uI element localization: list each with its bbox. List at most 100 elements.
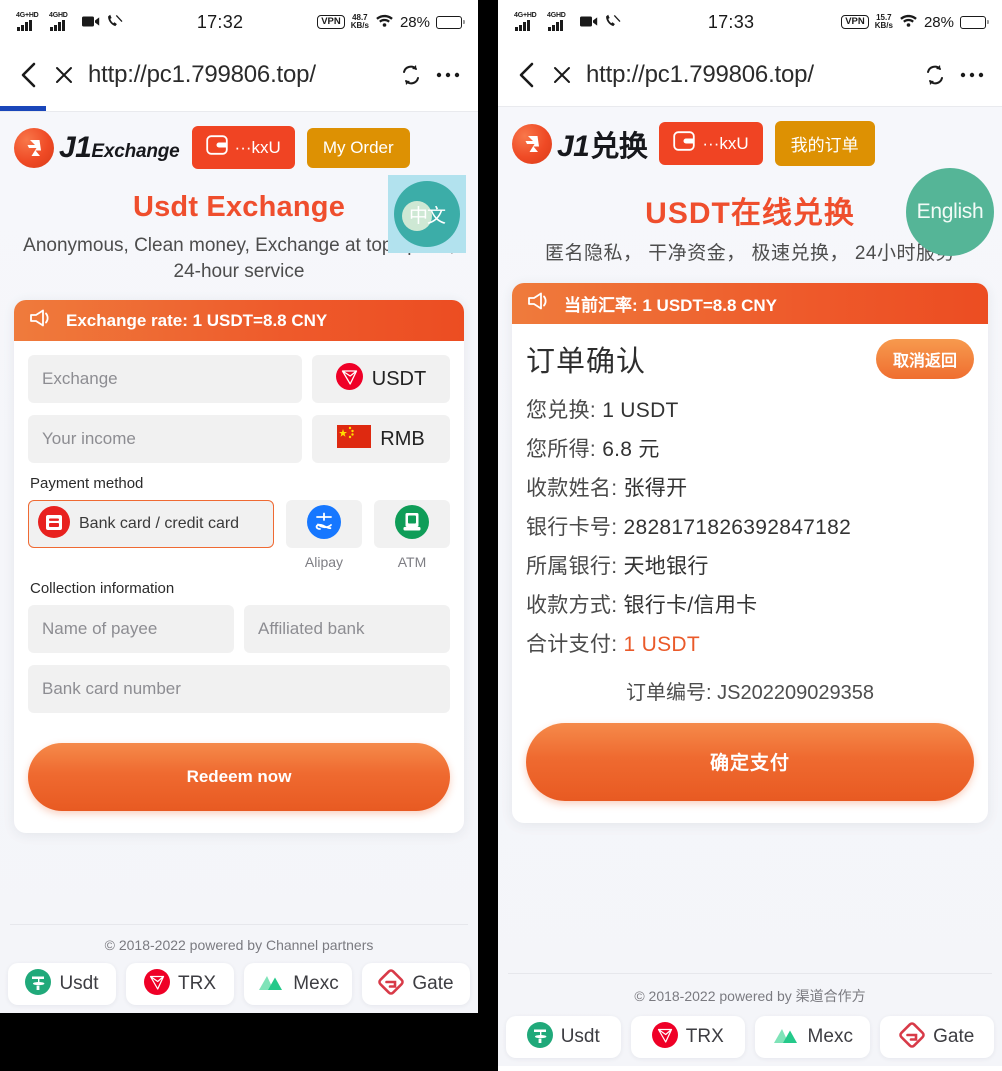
status-bar-right-icons: VPN 48.7 KB/s 28%: [317, 13, 465, 31]
video-camera-icon: [580, 15, 598, 31]
order-number-value: JS202209029358: [717, 681, 874, 704]
refresh-icon[interactable]: [924, 63, 946, 87]
my-order-button[interactable]: 我的订单: [774, 121, 875, 166]
payment-method-options: Bank card / credit card Alipay ATM: [28, 500, 450, 570]
back-icon[interactable]: [18, 62, 40, 88]
wallet-address-button[interactable]: ···kxU: [191, 126, 295, 169]
order-confirmation-header: 订单确认 取消返回: [526, 338, 974, 380]
redeem-now-button[interactable]: Redeem now: [28, 743, 450, 812]
cancel-return-button[interactable]: 取消返回: [875, 338, 974, 379]
partner-mexc[interactable]: Mexc: [244, 963, 352, 1005]
payment-option-alipay-label: Alipay: [304, 554, 344, 571]
logo-mark-icon: [14, 127, 54, 168]
back-icon[interactable]: [516, 62, 538, 88]
page-footer-right: © 2018-2022 powered by 渠道合作方 Usdt TRX Me…: [498, 963, 1002, 1066]
brand-row-left: J1 Exchange ···kxU My Order: [0, 112, 478, 169]
logo-text-suffix: 兑换: [590, 130, 648, 163]
mexc-icon: [257, 971, 285, 998]
income-amount-input[interactable]: Your income: [28, 415, 302, 464]
language-toggle-button[interactable]: English: [906, 168, 994, 256]
order-detail-row: 您兑换: 1 USDT: [526, 394, 974, 424]
partner-mexc-label: Mexc: [807, 1026, 853, 1047]
web-page-right: J1 兑换 ···kxU 我的订单 USDT在线兑换 匿名隐私， 干净资金， 极…: [498, 107, 1002, 1066]
more-options-icon[interactable]: [436, 71, 460, 79]
site-logo[interactable]: J1 兑换: [512, 123, 648, 165]
payment-option-atm[interactable]: ATM: [374, 500, 450, 570]
partner-trx[interactable]: TRX: [126, 963, 234, 1005]
my-order-button[interactable]: My Order: [306, 127, 410, 168]
phone-screen-chinese: 4G+HD 4GHD 17:33 VPN 15.7 KB/s 28% http:…: [498, 0, 1002, 1071]
usdt-tron-icon: [335, 362, 363, 396]
wallet-address-button[interactable]: ···kxU: [659, 122, 763, 165]
site-logo[interactable]: J1 Exchange: [14, 127, 180, 168]
usdt-icon: [25, 968, 52, 1000]
hero-section-right: USDT在线兑换 匿名隐私， 干净资金， 极速兑换， 24小时服务 Englis…: [498, 166, 1002, 267]
brand-row-right: J1 兑换 ···kxU 我的订单: [498, 107, 1002, 166]
language-toggle-label: English: [916, 200, 984, 223]
page-subtitle: 匿名隐私， 干净资金， 极速兑换， 24小时服务: [545, 243, 955, 264]
url-text[interactable]: http://pc1.799806.top/: [88, 61, 386, 89]
logo-text-j1: J1: [59, 130, 92, 164]
battery-icon: [436, 15, 465, 29]
browser-url-bar-left: http://pc1.799806.top/: [0, 44, 478, 106]
wallet-address-label: ···kxU: [702, 133, 749, 153]
partner-trx[interactable]: TRX: [630, 1016, 745, 1058]
screenshot-stage: 4G+HD 4GHD 17:32 VPN 48.7 KB/s 28% http:…: [0, 0, 1002, 1071]
confirm-payment-button[interactable]: 确定支付: [526, 722, 974, 801]
partner-mexc-label: Mexc: [293, 973, 339, 994]
wifi-icon: [375, 14, 394, 31]
payment-option-alipay[interactable]: Alipay: [286, 500, 362, 570]
more-options-icon[interactable]: [960, 71, 984, 79]
signal-icon-2: 4GHD: [49, 12, 75, 31]
logo-wordmark: J1 Exchange: [59, 131, 180, 165]
partner-list-left: Usdt TRX Mexc Gate: [0, 963, 478, 1005]
status-bar-right-right-icons: VPN 15.7 KB/s 28%: [841, 13, 989, 31]
partner-usdt[interactable]: Usdt: [8, 963, 116, 1005]
payee-row: Name of payee Affiliated bank: [28, 605, 450, 654]
network-label-2: 4GHD: [547, 12, 566, 19]
atm-icon: [395, 504, 429, 544]
signal-icon-1: 4G+HD: [514, 12, 540, 31]
trx-icon: [144, 968, 170, 1000]
wallet-icon: [673, 131, 696, 156]
payee-name-input[interactable]: Name of payee: [28, 605, 234, 654]
payment-option-atm-tile: [374, 500, 450, 549]
affiliated-bank-input[interactable]: Affiliated bank: [244, 605, 450, 654]
logo-mark-icon: [512, 123, 552, 164]
order-detail-key: 银行卡号:: [526, 515, 618, 539]
url-text[interactable]: http://pc1.799806.top/: [586, 61, 910, 89]
order-detail-row: 收款方式: 银行卡/信用卡: [526, 589, 974, 619]
refresh-icon[interactable]: [400, 63, 422, 87]
currency-selector-usdt[interactable]: USDT: [312, 355, 450, 404]
my-order-label: 我的订单: [790, 136, 859, 155]
mexc-icon: [772, 1024, 800, 1051]
bank-card-number-input[interactable]: Bank card number: [28, 665, 450, 714]
partner-gate[interactable]: Gate: [879, 1016, 994, 1058]
status-bar-right-left-icons: 4G+HD 4GHD: [514, 12, 621, 31]
order-detail-value: 天地银行: [623, 554, 709, 578]
payment-option-bank-card[interactable]: Bank card / credit card: [28, 500, 274, 549]
partner-mexc[interactable]: Mexc: [755, 1016, 870, 1058]
vpn-badge: VPN: [841, 14, 869, 30]
bank-card-icon: [38, 505, 70, 543]
call-mute-icon: [605, 14, 621, 31]
exchange-amount-input[interactable]: Exchange: [28, 355, 302, 404]
order-detail-row: 银行卡号: 2828171826392847182: [526, 511, 974, 541]
order-detail-value: 6.8 元: [602, 437, 660, 461]
close-icon[interactable]: [54, 65, 74, 85]
phone-screen-english: 4G+HD 4GHD 17:32 VPN 48.7 KB/s 28% http:…: [0, 0, 478, 1013]
partner-gate-label: Gate: [933, 1026, 975, 1047]
battery-percent-label: 28%: [923, 13, 954, 31]
partner-usdt[interactable]: Usdt: [506, 1016, 621, 1058]
wallet-icon: [205, 135, 228, 160]
exchange-amount-row: Exchange USDT: [28, 355, 450, 404]
wallet-address-label: ···kxU: [234, 137, 281, 157]
close-icon[interactable]: [552, 65, 572, 85]
status-bar-right: 4G+HD 4GHD 17:33 VPN 15.7 KB/s 28%: [498, 0, 1002, 44]
order-number-label: 订单编号:: [626, 681, 712, 704]
currency-selector-rmb[interactable]: RMB: [312, 415, 450, 464]
language-toggle-button[interactable]: 中文: [388, 175, 466, 253]
order-detail-key: 所属银行:: [526, 554, 618, 578]
partner-gate[interactable]: Gate: [362, 963, 470, 1005]
alipay-icon: [307, 504, 341, 544]
